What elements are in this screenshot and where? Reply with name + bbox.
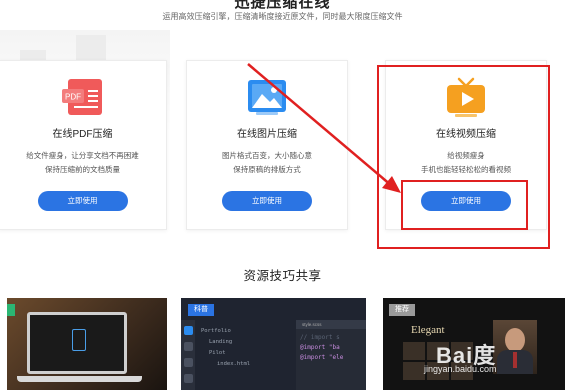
tree-item: index.html <box>217 361 251 367</box>
tool-icon <box>184 358 193 367</box>
page-subtitle: 运用高效压缩引擎，压缩清晰度接近原文件，同时最大限度压缩文件 <box>162 12 403 21</box>
card-image-compress: 在线图片压缩 图片格式百变，大小随心意 保持原稿的排版方式 立即使用 <box>186 60 348 230</box>
card-title: 在线图片压缩 <box>237 129 297 140</box>
tool-icon <box>184 342 193 351</box>
document-icon <box>72 329 86 351</box>
thumbnail-tag <box>7 304 15 316</box>
tree-item: Landing <box>209 339 233 345</box>
watermark-url: jingyan.baidu.com <box>424 364 497 374</box>
baidu-watermark: Bai度 jingyan.baidu.com <box>400 330 565 390</box>
svg-text:PDF: PDF <box>65 93 81 102</box>
thumbnail-tag: 科普 <box>188 304 214 316</box>
thumbnail-tag: 推荐 <box>389 304 415 316</box>
pdf-file-icon: PDF <box>58 76 108 118</box>
code-editor: style.scss // import s @import "ba @impo… <box>296 320 366 390</box>
editor-toolbar <box>181 320 195 390</box>
card-description: 保持原稿的排版方式 <box>233 165 301 174</box>
code-line: @import "ele <box>300 354 344 361</box>
file-tree: Portfolio Landing Pilot index.html <box>201 326 250 370</box>
tree-item: Portfolio <box>201 328 231 334</box>
use-now-button-image[interactable]: 立即使用 <box>222 191 312 211</box>
card-description: 给文件瘦身，让分享文档不再困难 <box>26 151 139 160</box>
tool-icon <box>184 374 193 383</box>
use-now-button-pdf[interactable]: 立即使用 <box>37 191 128 211</box>
tree-item: Pilot <box>209 350 226 356</box>
laptop-document-icon <box>27 312 127 374</box>
code-line: // import s <box>300 334 340 341</box>
code-block: // import s @import "ba @import "ele <box>296 329 366 367</box>
card-title: 在线PDF压缩 <box>52 129 113 140</box>
card-pdf-compress: PDF 在线PDF压缩 给文件瘦身，让分享文档不再困难 保持压缩前的文档质量 立… <box>0 60 167 230</box>
code-line: @import "ba <box>300 344 340 351</box>
thumbnail-card[interactable] <box>7 298 167 390</box>
section-title: 资源技巧共享 <box>243 269 322 283</box>
tool-icon <box>184 326 193 335</box>
image-icon <box>242 76 292 118</box>
card-description: 图片格式百变，大小随心意 <box>222 151 312 160</box>
header: 迅捷压缩在线 运用高效压缩引擎，压缩清晰度接近原文件，同时最大限度压缩文件 <box>0 0 565 40</box>
page: 迅捷压缩在线 运用高效压缩引擎，压缩清晰度接近原文件，同时最大限度压缩文件 PD… <box>0 0 565 390</box>
card-description: 保持压缩前的文档质量 <box>45 165 120 174</box>
editor-tab: style.scss <box>296 320 366 329</box>
thumbnail-card[interactable]: 科普 Portfolio Landing Pilot index.html st… <box>181 298 366 390</box>
laptop-base <box>17 376 142 382</box>
annotation-box-video-button <box>401 180 528 230</box>
